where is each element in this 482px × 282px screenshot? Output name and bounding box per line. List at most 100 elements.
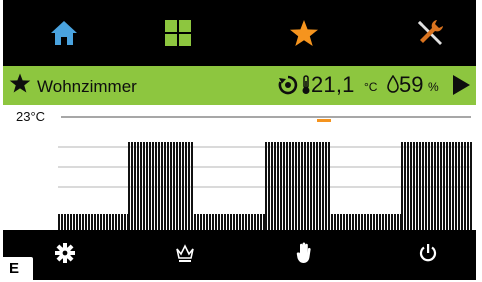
next-room-arrow-icon[interactable] <box>451 74 471 96</box>
schedule-bar <box>388 214 390 230</box>
schedule-bar <box>248 214 250 230</box>
schedule-bar <box>289 142 291 230</box>
sync-icon <box>278 75 298 95</box>
schedule-bar <box>97 214 99 230</box>
power-button[interactable] <box>413 238 443 268</box>
schedule-bar <box>230 214 232 230</box>
schedule-bar <box>67 214 69 230</box>
schedule-bar <box>280 142 282 230</box>
current-time-marker <box>317 119 331 122</box>
schedule-bar <box>61 214 63 230</box>
schedule-bar <box>440 142 442 230</box>
schedule-bar <box>100 214 102 230</box>
schedule-bar <box>328 142 330 230</box>
schedule-bar <box>173 142 175 230</box>
schedule-graph <box>58 116 472 230</box>
favorite-star-icon[interactable] <box>9 72 31 94</box>
schedule-bar <box>215 214 217 230</box>
schedule-bar <box>443 142 445 230</box>
schedule-bar <box>382 214 384 230</box>
room-status-bar[interactable]: Wohnzimmer 21,1 °C 59 % <box>3 66 476 105</box>
schedule-bar <box>295 142 297 230</box>
schedule-bar <box>112 214 114 230</box>
schedule-bar <box>109 214 111 230</box>
schedule-bar <box>221 214 223 230</box>
schedule-bar <box>271 142 273 230</box>
schedule-bar <box>263 214 265 230</box>
schedule-bar <box>115 214 117 230</box>
schedule-bar <box>274 142 276 230</box>
schedule-bar <box>401 142 403 230</box>
schedule-bar <box>94 214 96 230</box>
schedule-bar <box>407 142 409 230</box>
schedule-bar <box>209 214 211 230</box>
home-button[interactable] <box>41 10 87 56</box>
schedule-bar <box>155 142 157 230</box>
schedule-bar <box>218 214 220 230</box>
eco-block <box>331 214 402 230</box>
schedule-bar <box>431 142 433 230</box>
schedule-bar <box>182 142 184 230</box>
tools-button[interactable] <box>407 10 453 56</box>
schedule-bar <box>301 142 303 230</box>
manual-mode-button[interactable] <box>289 238 319 268</box>
schedule-bar <box>167 142 169 230</box>
heating-schedule-chart[interactable]: 23°C <box>3 105 476 230</box>
comfort-block <box>265 142 330 230</box>
schedule-bar <box>355 214 357 230</box>
schedule-bar <box>292 142 294 230</box>
humidity-unit: % <box>428 80 439 94</box>
schedule-bar <box>397 214 399 230</box>
schedule-bar <box>337 214 339 230</box>
schedule-bar <box>410 142 412 230</box>
thermometer-icon <box>302 75 310 94</box>
schedule-bar <box>251 214 253 230</box>
schedule-bar <box>239 214 241 230</box>
schedule-bar <box>364 214 366 230</box>
schedule-bar <box>134 142 136 230</box>
schedule-bar <box>370 214 372 230</box>
schedule-bar <box>227 214 229 230</box>
schedule-bar <box>307 142 309 230</box>
schedule-bar <box>313 142 315 230</box>
schedule-bar <box>385 214 387 230</box>
schedule-bar <box>361 214 363 230</box>
favorites-button[interactable] <box>281 10 327 56</box>
schedule-bar <box>124 214 126 230</box>
schedule-bar <box>224 214 226 230</box>
comfort-block <box>401 142 472 230</box>
schedule-bar <box>346 214 348 230</box>
schedule-bar <box>352 214 354 230</box>
schedule-bar <box>91 214 93 230</box>
schedule-bar <box>82 214 84 230</box>
schedule-bar <box>73 214 75 230</box>
schedule-bar <box>428 142 430 230</box>
schedule-bar <box>191 142 193 230</box>
schedule-bar <box>146 142 148 230</box>
schedule-bar <box>164 142 166 230</box>
temperature-unit: °C <box>364 80 378 94</box>
comfort-mode-button[interactable] <box>170 238 200 268</box>
grid-view-button[interactable] <box>155 10 201 56</box>
schedule-bar <box>158 142 160 230</box>
schedule-bar <box>322 142 324 230</box>
hand-icon <box>296 242 311 263</box>
schedule-bar <box>331 214 333 230</box>
schedule-bar <box>76 214 78 230</box>
schedule-bar <box>88 214 90 230</box>
schedule-bar <box>304 142 306 230</box>
schedule-bar <box>203 214 205 230</box>
schedule-bar <box>170 142 172 230</box>
schedule-bar <box>179 142 181 230</box>
schedule-bar <box>254 214 256 230</box>
schedule-bar <box>422 142 424 230</box>
schedule-bar <box>391 214 393 230</box>
schedule-bar <box>242 214 244 230</box>
tools-icon <box>418 20 443 45</box>
gear-icon <box>55 243 75 263</box>
schedule-bar <box>340 214 342 230</box>
schedule-bar <box>461 142 463 230</box>
settings-button[interactable] <box>50 238 80 268</box>
corner-letter: E <box>9 260 20 277</box>
schedule-bar <box>85 214 87 230</box>
